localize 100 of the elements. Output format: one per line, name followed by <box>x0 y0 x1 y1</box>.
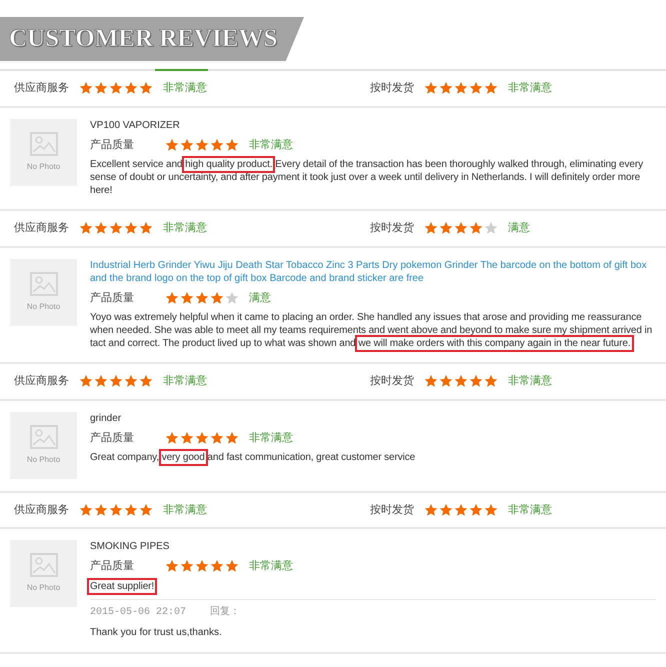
product-title: grinder <box>90 412 122 424</box>
star-icon <box>124 502 138 517</box>
rating-label: 供应商服务 <box>14 80 69 96</box>
star-icon <box>210 559 224 574</box>
reply-date: 2015-05-06 22:07 <box>90 606 186 618</box>
star-icon <box>225 290 239 305</box>
rating-label: 供应商服务 <box>14 502 69 518</box>
star-icon <box>210 430 224 445</box>
star-icon <box>139 374 153 388</box>
rating-verdict: 非常满意 <box>249 430 293 446</box>
star-icon <box>210 290 224 305</box>
star-icon <box>439 374 453 388</box>
star-icon <box>124 374 138 388</box>
product-link[interactable]: Industrial Herb Grinder Yiwu Jiju Death Star Tobacco Zinc 3 Parts Dry pokemon Grinder The barcode on the bottom of gift box and the brand logo on the top of gift box Barcode and brand sticker are free <box>90 258 656 284</box>
star-icon <box>180 138 194 152</box>
star-icon <box>484 502 498 517</box>
rating-label: 供应商服务 <box>14 220 69 236</box>
image-placeholder-icon <box>30 424 58 448</box>
star-icon <box>225 559 239 574</box>
star-icon <box>454 81 468 96</box>
star-icon <box>79 502 93 517</box>
review-text: Excellent service and high quality product. Every detail of the transaction has been thoroughly walked through, eliminating every sense of doubt or uncertainty, and after payment it took just over a week until delivery in Netherlands. I will definitely order more here! <box>90 158 656 197</box>
rating-verdict: 非常满意 <box>163 221 207 236</box>
rating-verdict: 非常满意 <box>163 374 207 389</box>
star-icon <box>195 138 209 152</box>
star-icon <box>165 430 179 445</box>
review-text: Great company, very good and fast communication, great customer service <box>90 451 656 464</box>
star-icon <box>180 290 194 305</box>
star-icon <box>424 502 438 517</box>
star-icon <box>195 430 209 445</box>
star-icon <box>165 138 179 152</box>
rating-verdict: 非常满意 <box>508 502 552 518</box>
product-title: SMOKING PIPES <box>90 540 170 553</box>
image-placeholder-icon <box>30 272 58 296</box>
star-icon <box>424 374 438 388</box>
rating-label: 按时发货 <box>370 221 414 236</box>
star-icon <box>469 221 483 236</box>
photo-caption: No Photo <box>26 582 60 594</box>
rating-label: 按时发货 <box>370 81 414 96</box>
star-icon <box>454 221 468 236</box>
star-icon <box>439 221 453 236</box>
star-icon <box>109 374 123 388</box>
star-icon <box>79 221 93 236</box>
rating-verdict: 非常满意 <box>508 374 552 389</box>
photo-caption: No Photo <box>26 160 60 172</box>
photo-caption: No Photo <box>26 454 60 466</box>
star-icon <box>439 502 453 517</box>
star-icon <box>195 559 209 574</box>
star-icon <box>469 374 483 388</box>
star-icon <box>484 374 498 388</box>
star-icon <box>454 502 468 517</box>
star-icon <box>109 502 123 517</box>
rating-verdict: 满意 <box>249 290 271 306</box>
star-icon <box>109 221 123 236</box>
star-icon <box>484 221 498 236</box>
star-icon <box>165 290 179 305</box>
image-placeholder-icon <box>30 132 58 156</box>
photo-caption: No Photo <box>26 300 60 312</box>
star-icon <box>94 502 108 517</box>
star-icon <box>180 559 194 574</box>
rating-label: 按时发货 <box>370 502 414 518</box>
rating-label: 按时发货 <box>370 374 414 389</box>
star-icon <box>439 81 453 96</box>
rating-verdict: 非常满意 <box>163 81 207 96</box>
star-icon <box>210 138 224 152</box>
star-icon <box>94 81 108 96</box>
rating-label: 产品质量 <box>90 430 135 446</box>
star-icon <box>469 81 483 96</box>
star-icon <box>195 290 209 305</box>
star-icon <box>180 430 194 445</box>
rating-label: 产品质量 <box>90 290 135 306</box>
star-icon <box>139 502 153 517</box>
star-icon <box>79 374 93 388</box>
image-placeholder-icon <box>30 553 58 577</box>
product-title: VP100 VAPORIZER <box>90 118 181 132</box>
star-icon <box>139 221 153 236</box>
star-icon <box>94 374 108 388</box>
rating-label: 产品质量 <box>90 138 135 152</box>
review-text: Yoyo was extremely helpful when it came to placing an order. She handled any issues that arose and providing me reassurance when needed. She was able to meet all my teams requirements and went above and beyond to make sure my shipment arrived in tact and correct. The product lived up to what was shown and we will make orders with this company again in the near future. <box>90 311 656 350</box>
star-icon <box>79 81 93 96</box>
star-icon <box>139 81 153 96</box>
review-text: Great supplier! <box>90 580 656 592</box>
star-icon <box>124 81 138 96</box>
star-icon <box>165 559 179 574</box>
star-icon <box>225 430 239 445</box>
rating-verdict: 非常满意 <box>508 81 552 96</box>
rating-verdict: 满意 <box>508 221 530 236</box>
rating-label: 供应商服务 <box>14 374 69 389</box>
rating-label: 产品质量 <box>90 558 135 574</box>
star-icon <box>424 221 438 236</box>
page-title: CUSTOMER REVIEWS <box>9 24 278 54</box>
star-icon <box>424 81 438 96</box>
star-icon <box>94 221 108 236</box>
star-icon <box>109 81 123 96</box>
star-icon <box>469 502 483 517</box>
rating-verdict: 非常满意 <box>249 138 293 152</box>
star-icon <box>454 374 468 388</box>
rating-verdict: 非常满意 <box>163 502 207 518</box>
reply-label: 回复： <box>210 606 240 616</box>
star-icon <box>124 221 138 236</box>
